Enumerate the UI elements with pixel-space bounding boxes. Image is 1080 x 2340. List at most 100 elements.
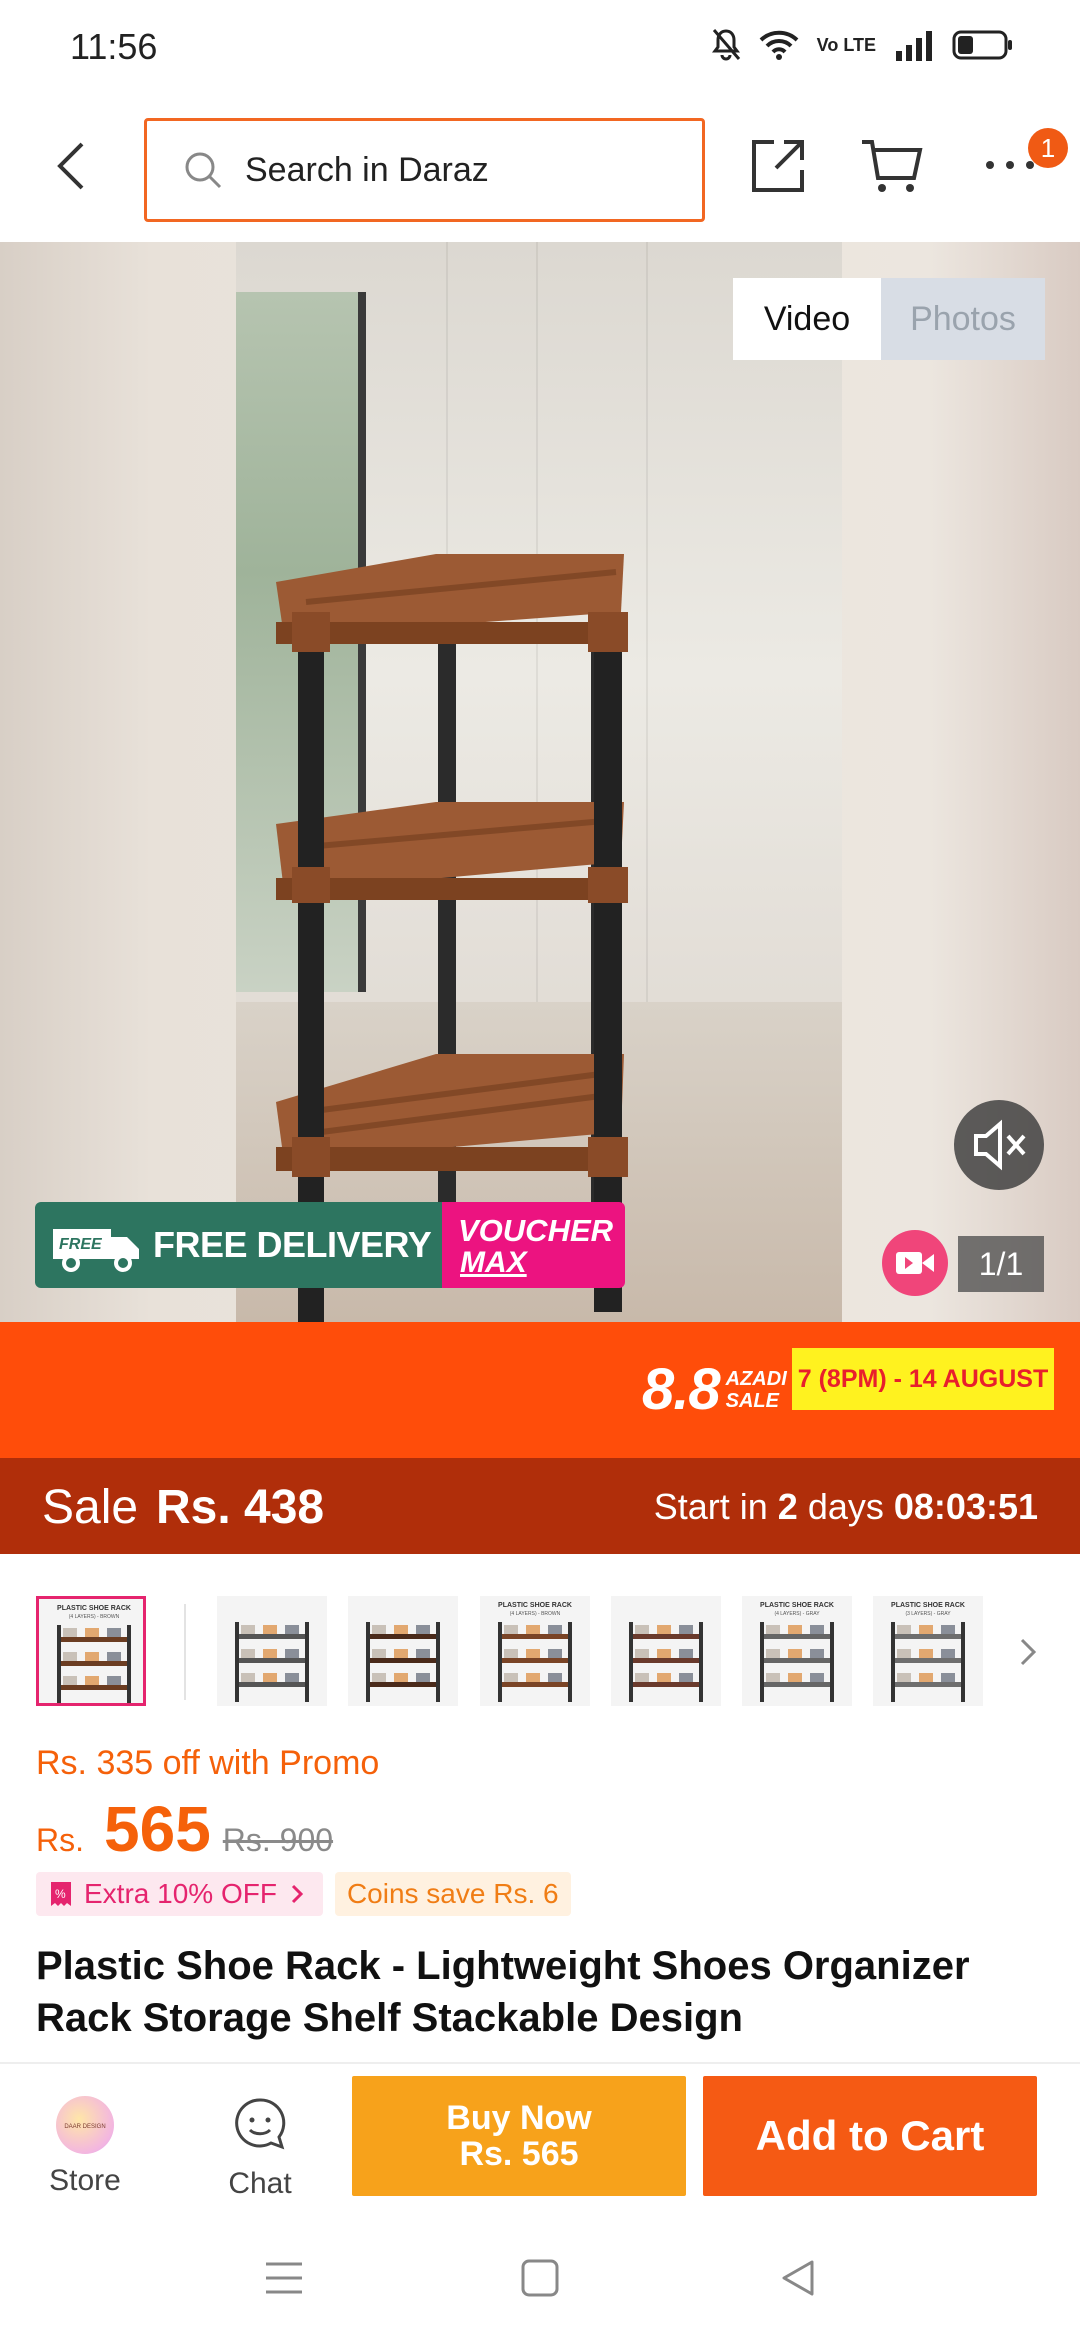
product-media[interactable]: Video Photos FREE FREE DELIVERY VOUCHER …: [0, 242, 1080, 1322]
back-triangle-icon[interactable]: [776, 2256, 820, 2300]
media-counter: 1/1: [958, 1236, 1044, 1292]
recent-apps-icon[interactable]: [262, 2256, 306, 2300]
buy-now-label: Buy Now: [446, 2099, 592, 2137]
sale-brand-number: 8.8: [642, 1357, 721, 1422]
sale-price: Rs. 438: [156, 1481, 325, 1534]
chevron-right-icon[interactable]: [1014, 1632, 1042, 1672]
chevron-right-small-icon: [291, 1884, 304, 1904]
azadi-sale-logo: 8.8 AZADI SALE: [642, 1356, 787, 1423]
share-button[interactable]: [748, 136, 808, 196]
extra-off-label: Extra 10% OFF: [84, 1878, 277, 1909]
thumbnail-caption: PLASTIC SHOE RACK: [498, 1602, 572, 1609]
chat-button[interactable]: Chat: [200, 2096, 320, 2206]
sale-label: Sale: [42, 1481, 139, 1534]
price-row: Rs. 565 Rs. 900: [36, 1792, 333, 1866]
extra-off-chip[interactable]: % Extra 10% OFF: [36, 1872, 323, 1916]
sale-dates: 7 (8PM) - 14 AUGUST: [792, 1348, 1054, 1410]
video-camera-icon: [896, 1252, 934, 1274]
back-button[interactable]: [46, 136, 98, 196]
product-thumbnail[interactable]: [611, 1596, 721, 1706]
voucher-max-badge: VOUCHER MAX: [442, 1202, 625, 1288]
free-delivery-badge: FREE FREE DELIVERY: [35, 1202, 442, 1288]
cart-button[interactable]: [860, 136, 924, 196]
delivery-truck-icon: FREE: [53, 1229, 139, 1272]
notification-badge: 1: [1028, 128, 1068, 168]
search-input[interactable]: Search in Daraz: [144, 118, 705, 222]
thumbnail-subcaption: (4 LAYERS) - BROWN: [69, 1614, 120, 1620]
sale-countdown: Start in 2 days 08:03:51: [654, 1486, 1038, 1528]
product-title: Plastic Shoe Rack - Lightweight Shoes Or…: [36, 1944, 970, 2040]
store-button[interactable]: DAAR DESIGN Store: [30, 2096, 140, 2206]
wifi-icon: [759, 29, 799, 61]
svg-text:%: %: [55, 1887, 66, 1901]
mute-button[interactable]: [954, 1100, 1044, 1190]
thumbnail-image: [366, 1622, 440, 1702]
buy-now-button[interactable]: Buy Now Rs. 565: [352, 2076, 686, 2196]
bottom-action-bar: DAAR DESIGN Store Chat Buy Now Rs. 565 A…: [0, 2062, 1080, 2212]
free-delivery-voucher-banner: FREE FREE DELIVERY VOUCHER MAX: [35, 1202, 625, 1288]
free-delivery-label: FREE DELIVERY: [153, 1224, 432, 1265]
thumbnail-subcaption: (3 LAYERS) - GRAY: [905, 1611, 951, 1617]
tab-photos[interactable]: Photos: [881, 278, 1045, 360]
offer-chips: % Extra 10% OFF Coins save Rs. 6: [36, 1872, 571, 1916]
mute-bell-icon: [711, 28, 741, 62]
status-bar: 11:56 Vo LTE: [0, 0, 1080, 96]
chat-label: Chat: [228, 2167, 292, 2200]
thumbnail-image: PLASTIC SHOE RACK (4 LAYERS) - BROWN: [57, 1605, 131, 1703]
status-time: 11:56: [70, 26, 158, 67]
cart-icon: [862, 140, 923, 192]
thumbnail-subcaption: (4 LAYERS) - BROWN: [510, 1611, 561, 1617]
search-placeholder: Search in Daraz: [245, 150, 489, 189]
campaign-banner[interactable]: 8.8 AZADI SALE 7 (8PM) - 14 AUGUST: [0, 1322, 1080, 1458]
tab-video[interactable]: Video: [733, 278, 881, 360]
product-thumbnail[interactable]: PLASTIC SHOE RACK (4 LAYERS) - GRAY: [742, 1596, 852, 1706]
product-video-frame: [236, 242, 842, 1322]
product-thumbnail[interactable]: PLASTIC SHOE RACK (4 LAYERS) - BROWN: [480, 1596, 590, 1706]
current-price: 565: [104, 1793, 211, 1865]
thumbnail-divider: [184, 1604, 186, 1700]
countdown-prefix: Start in: [653, 1486, 768, 1527]
svg-text:DAAR DESIGN: DAAR DESIGN: [64, 2124, 105, 2130]
battery-icon: [952, 29, 1014, 61]
product-thumbnail[interactable]: PLASTIC SHOE RACK (4 LAYERS) - BROWN: [36, 1596, 146, 1706]
thumbnail-image: PLASTIC SHOE RACK (4 LAYERS) - GRAY: [760, 1602, 834, 1702]
product-thumbnail[interactable]: PLASTIC SHOE RACK (3 LAYERS) - GRAY: [873, 1596, 983, 1706]
system-navigation-bar: [0, 2212, 1080, 2340]
product-thumbnail[interactable]: [348, 1596, 458, 1706]
share-icon: [752, 140, 804, 192]
thumbnail-caption: PLASTIC SHOE RACK: [760, 1602, 834, 1609]
thumbnail-caption: PLASTIC SHOE RACK: [57, 1605, 131, 1612]
media-toggle: Video Photos: [733, 278, 1045, 360]
home-icon[interactable]: [518, 2256, 562, 2300]
sale-price-bar: Sale Rs. 438 Start in 2 days 08:03:51: [0, 1458, 1080, 1554]
countdown-days: 2: [777, 1486, 798, 1527]
status-icons: Vo LTE: [711, 28, 1014, 62]
store-logo: DAAR DESIGN: [64, 2124, 105, 2130]
voucher-label: VOUCHER: [458, 1213, 614, 1248]
thumbnail-image: [629, 1622, 703, 1702]
countdown-timer: 08:03:51: [893, 1486, 1038, 1527]
signal-icon: [894, 29, 934, 61]
sale-brand-line2: SALE: [725, 1389, 779, 1412]
thumbnail-subcaption: (4 LAYERS) - GRAY: [774, 1611, 820, 1617]
original-price: Rs. 900: [222, 1822, 334, 1858]
promo-discount-text: Rs. 335 off with Promo: [36, 1744, 380, 1782]
voucher-max-label: MAX: [460, 1246, 527, 1279]
back-arrow-icon: [57, 142, 84, 190]
free-tag: FREE: [59, 1236, 103, 1253]
add-to-cart-button[interactable]: Add to Cart: [703, 2076, 1037, 2196]
sale-brand-line1: AZADI: [725, 1367, 787, 1390]
volte-label: Vo LTE: [817, 36, 876, 54]
store-avatar: DAAR DESIGN: [56, 2096, 114, 2154]
thumbnail-image: PLASTIC SHOE RACK (3 LAYERS) - GRAY: [891, 1602, 965, 1702]
sale-brand-text: AZADI SALE: [726, 1368, 787, 1412]
shoe-rack-image: [276, 554, 628, 1322]
thumbnail-row: PLASTIC SHOE RACK (4 LAYERS) - BROWN PLAST…: [0, 1592, 1080, 1712]
thumbnail-caption: PLASTIC SHOE RACK: [891, 1602, 965, 1609]
store-label: Store: [49, 2164, 121, 2197]
chat-icon: [235, 2098, 286, 2150]
coins-chip[interactable]: Coins save Rs. 6: [334, 1872, 571, 1916]
product-thumbnail[interactable]: [217, 1596, 327, 1706]
network-label: Vo LTE: [816, 35, 876, 55]
video-camera-button[interactable]: [882, 1230, 948, 1296]
